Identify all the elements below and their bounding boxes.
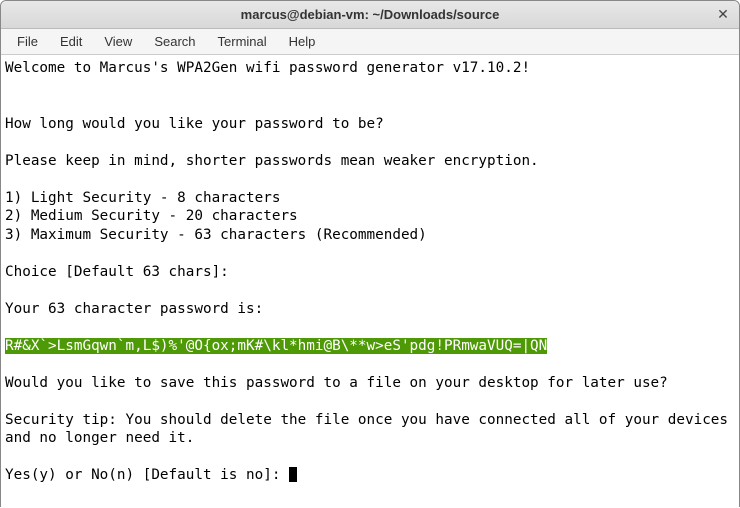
option-1: 1) Light Security - 8 characters xyxy=(5,190,280,206)
close-icon[interactable]: ✕ xyxy=(715,7,731,23)
menu-search[interactable]: Search xyxy=(144,31,205,52)
yes-no-prompt: Yes(y) or No(n) [Default is no]: xyxy=(5,467,289,483)
option-2: 2) Medium Security - 20 characters xyxy=(5,208,298,224)
security-tip: Security tip: You should delete the file… xyxy=(5,412,737,447)
generated-password: R#&X`>LsmGqwn`m,L$)%'@O{ox;mK#\kl*hmi@B\… xyxy=(5,338,547,354)
terminal-output[interactable]: Welcome to Marcus's WPA2Gen wifi passwor… xyxy=(1,55,739,508)
prompt-length-line: How long would you like your password to… xyxy=(5,116,384,132)
window-titlebar: marcus@debian-vm: ~/Downloads/source ✕ xyxy=(1,1,739,29)
choice-prompt: Choice [Default 63 chars]: xyxy=(5,264,229,280)
menu-file[interactable]: File xyxy=(7,31,48,52)
welcome-line: Welcome to Marcus's WPA2Gen wifi passwor… xyxy=(5,60,530,76)
menu-edit[interactable]: Edit xyxy=(50,31,92,52)
result-label: Your 63 character password is: xyxy=(5,301,263,317)
warning-line: Please keep in mind, shorter passwords m… xyxy=(5,153,539,169)
save-question: Would you like to save this password to … xyxy=(5,375,668,391)
cursor-icon xyxy=(289,467,297,482)
menu-help[interactable]: Help xyxy=(279,31,326,52)
menu-bar: File Edit View Search Terminal Help xyxy=(1,29,739,55)
menu-view[interactable]: View xyxy=(94,31,142,52)
menu-terminal[interactable]: Terminal xyxy=(208,31,277,52)
option-3: 3) Maximum Security - 63 characters (Rec… xyxy=(5,227,427,243)
window-title: marcus@debian-vm: ~/Downloads/source xyxy=(241,7,500,22)
